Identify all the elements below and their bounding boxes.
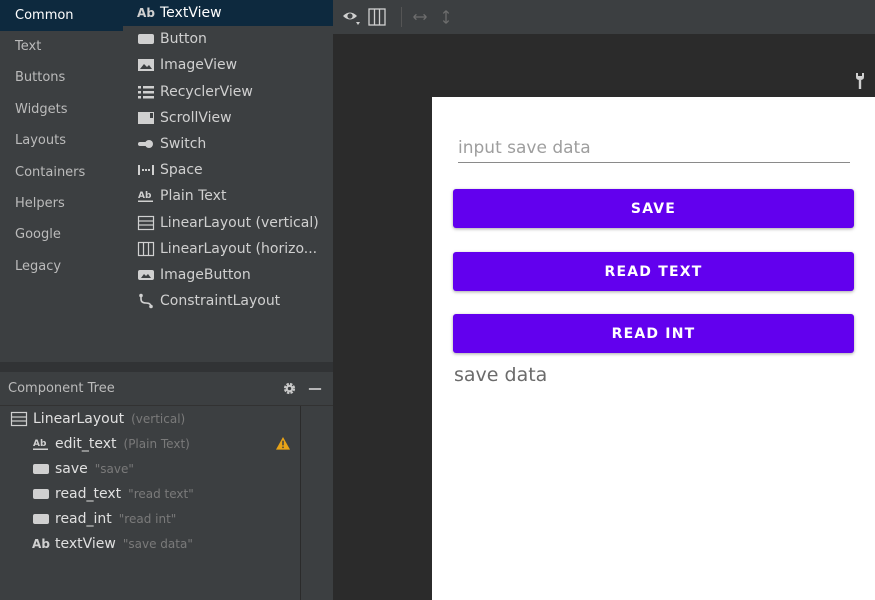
save-button[interactable]: SAVE (453, 189, 854, 228)
widget-label: RecyclerView (160, 83, 253, 100)
space-icon (137, 162, 155, 178)
read-int-button[interactable]: READ INT (453, 314, 854, 353)
category-legacy[interactable]: Legacy (0, 251, 123, 282)
design-toolbar (333, 0, 875, 34)
category-containers[interactable]: Containers (0, 157, 123, 188)
tree-node-name: textView (55, 535, 116, 552)
widget-linearlayout-vertical[interactable]: LinearLayout (vertical) (123, 210, 333, 236)
horizontal-resize-icon[interactable] (410, 7, 430, 27)
widget-label: Space (160, 162, 203, 179)
tree-node-edit-text[interactable]: Ab edit_text (Plain Text) (0, 431, 333, 456)
widget-imageview[interactable]: ImageView (123, 52, 333, 78)
widget-label: LinearLayout (vertical) (160, 214, 319, 231)
linearlayout-vertical-icon (10, 411, 28, 427)
widget-switch[interactable]: Switch (123, 131, 333, 157)
widget-label: Plain Text (160, 188, 227, 205)
widget-linearlayout-horizontal[interactable]: LinearLayout (horizo... (123, 236, 333, 262)
tree-node-desc: "save" (94, 461, 134, 476)
tree-node-name: read_int (55, 510, 112, 527)
scrollview-icon (137, 110, 155, 126)
component-tree-body: LinearLayout (vertical) Ab edit_text (Pl… (0, 406, 333, 600)
component-tree-header: Component Tree (0, 372, 333, 406)
read-text-button[interactable]: READ TEXT (453, 252, 854, 291)
tree-node-read-int[interactable]: read_int "read int" (0, 506, 333, 531)
textview-icon: Ab (137, 6, 155, 21)
tree-node-read-text[interactable]: read_text "read text" (0, 481, 333, 506)
tree-node-desc: "read int" (118, 511, 177, 526)
tree-node-desc: (Plain Text) (123, 436, 190, 451)
component-tree-panel: Component Tree LinearLayout (vertical) A… (0, 372, 333, 600)
tree-node-name: read_text (55, 485, 122, 502)
linearlayout-vertical-icon (137, 215, 155, 231)
palette-categories: Common Text Buttons Widgets Layouts Cont… (0, 0, 123, 362)
widget-label: LinearLayout (horizo... (160, 240, 318, 257)
button-icon (32, 511, 50, 527)
tree-node-name: edit_text (55, 435, 117, 452)
tree-node-name: LinearLayout (33, 410, 125, 427)
vertical-resize-icon[interactable] (436, 7, 456, 27)
category-widgets[interactable]: Widgets (0, 94, 123, 125)
widget-label: ConstraintLayout (160, 293, 281, 310)
button-icon (32, 486, 50, 502)
toolbar-divider (401, 7, 402, 27)
widget-label: Switch (160, 136, 207, 153)
widget-label: TextView (160, 5, 222, 22)
category-helpers[interactable]: Helpers (0, 188, 123, 219)
imageview-icon (137, 57, 155, 73)
constraintlayout-icon (137, 293, 155, 309)
tree-node-save[interactable]: save "save" (0, 456, 333, 481)
tree-node-textview[interactable]: Ab textView "save data" (0, 531, 333, 556)
save-data-input[interactable] (458, 133, 850, 163)
tree-node-desc: "save data" (122, 536, 193, 551)
component-tree-title: Component Tree (8, 381, 115, 396)
recyclerview-icon (137, 84, 155, 100)
blueprint-icon[interactable] (367, 7, 387, 27)
linearlayout-horizontal-icon (137, 241, 155, 257)
save-data-textview: save data (454, 364, 548, 386)
widget-plain-text[interactable]: Ab Plain Text (123, 183, 333, 209)
tree-node-desc: "read text" (128, 486, 194, 501)
category-buttons[interactable]: Buttons (0, 62, 123, 93)
plaintext-icon: Ab (137, 188, 155, 204)
category-text[interactable]: Text (0, 31, 123, 62)
widget-recyclerview[interactable]: RecyclerView (123, 79, 333, 105)
gear-icon[interactable] (281, 381, 297, 397)
tree-node-linearlayout[interactable]: LinearLayout (vertical) (0, 406, 333, 431)
widget-textview[interactable]: Ab TextView (123, 0, 333, 27)
widget-label: ImageView (160, 57, 238, 74)
category-layouts[interactable]: Layouts (0, 125, 123, 156)
eye-icon[interactable] (341, 7, 361, 27)
wrench-icon[interactable] (854, 72, 866, 94)
widget-label: Button (160, 31, 207, 48)
svg-text:Ab: Ab (33, 439, 47, 449)
textview-icon: Ab (32, 536, 50, 551)
minimize-icon[interactable] (307, 381, 323, 397)
warning-icon[interactable] (275, 436, 291, 455)
widget-button[interactable]: Button (123, 26, 333, 52)
svg-text:Ab: Ab (138, 191, 152, 201)
tree-node-name: save (55, 460, 88, 477)
tree-node-desc: (vertical) (131, 411, 186, 426)
widget-scrollview[interactable]: ScrollView (123, 105, 333, 131)
widget-imagebutton[interactable]: ImageButton (123, 262, 333, 288)
widget-space[interactable]: Space (123, 157, 333, 183)
switch-icon (137, 136, 155, 152)
button-icon (32, 461, 50, 477)
category-google[interactable]: Google (0, 219, 123, 250)
widget-constraintlayout[interactable]: ConstraintLayout (123, 288, 333, 314)
imagebutton-icon (137, 267, 155, 283)
widget-label: ImageButton (160, 266, 251, 283)
plaintext-icon: Ab (32, 436, 50, 452)
category-common[interactable]: Common (0, 0, 123, 31)
widget-label: ScrollView (160, 109, 232, 126)
palette-widgets: Ab TextView Button ImageView RecyclerVie… (123, 0, 333, 362)
button-icon (137, 31, 155, 47)
panel-splitter[interactable] (0, 362, 333, 372)
